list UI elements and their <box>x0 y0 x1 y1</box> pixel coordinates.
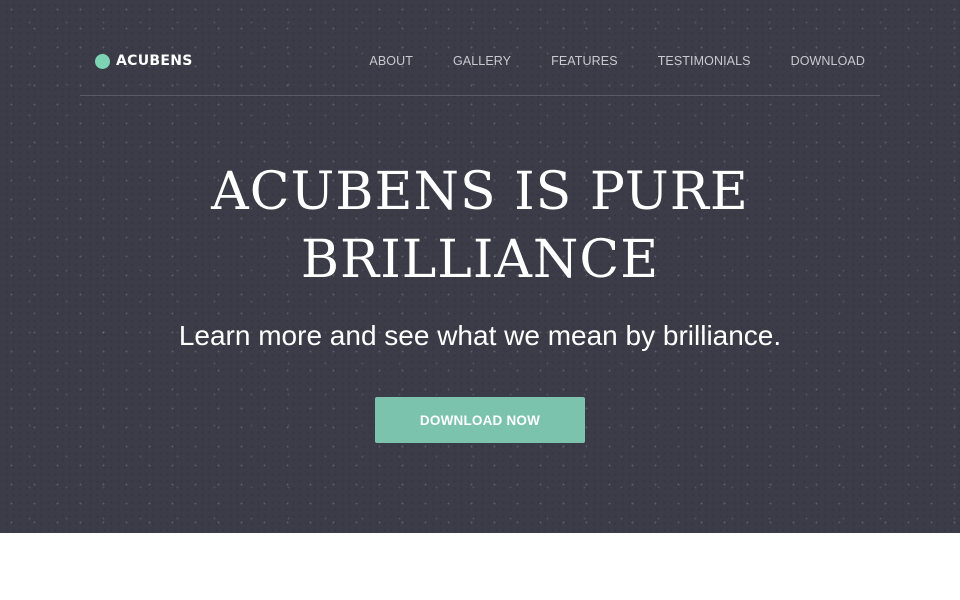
download-now-button[interactable]: DOWNLOAD NOW <box>375 397 585 443</box>
nav-link-features[interactable]: FEATURES <box>551 52 618 70</box>
content-section <box>0 533 960 600</box>
brand-name: ACUBENS <box>116 53 193 69</box>
brand-logo[interactable]: ACUBENS <box>95 52 193 70</box>
nav-link-testimonials[interactable]: TESTIMONIALS <box>658 52 751 70</box>
main-nav: ABOUT GALLERY FEATURES TESTIMONIALS DOWN… <box>329 52 865 70</box>
hero-subtitle: Learn more and see what we mean by brill… <box>178 320 782 351</box>
nav-link-gallery[interactable]: GALLERY <box>453 52 511 70</box>
nav-link-download[interactable]: DOWNLOAD <box>791 52 865 70</box>
hero-headline: ACUBENS IS PURE BRILLIANCE <box>0 158 960 294</box>
nav-link-about[interactable]: ABOUT <box>369 52 413 70</box>
hero-headline-line2: BRILLIANCE <box>300 230 660 290</box>
logo-dot-icon <box>95 53 110 69</box>
navbar: ACUBENS ABOUT GALLERY FEATURES TESTIMONI… <box>80 0 880 96</box>
hero-section: ACUBENS ABOUT GALLERY FEATURES TESTIMONI… <box>0 0 960 533</box>
hero-headline-line1: ACUBENS IS PURE <box>211 162 749 222</box>
